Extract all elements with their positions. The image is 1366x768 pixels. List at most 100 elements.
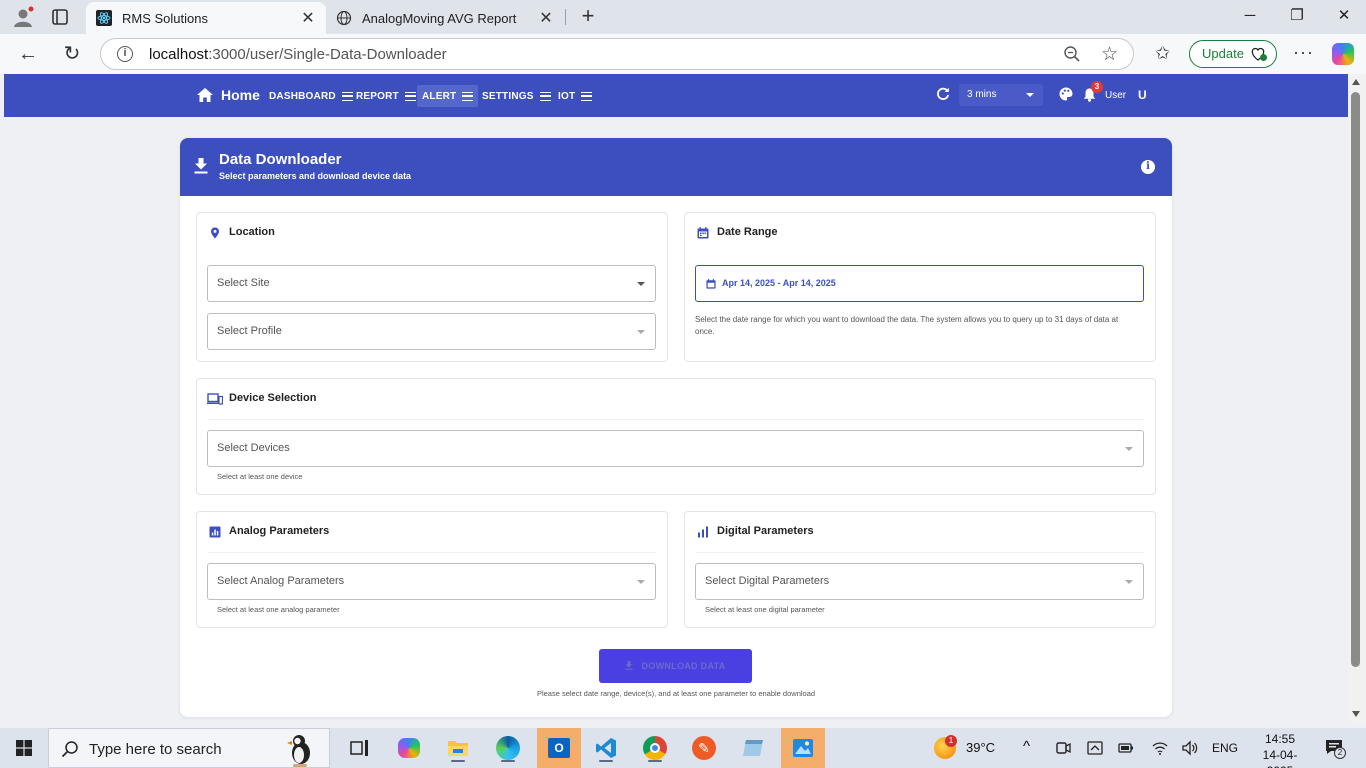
more-options-icon[interactable]: ··· bbox=[1293, 42, 1314, 63]
device-selection-title: Device Selection bbox=[229, 392, 317, 404]
tab-separator bbox=[565, 9, 566, 25]
onedrive-icon[interactable] bbox=[1087, 740, 1103, 756]
running-indicator bbox=[501, 760, 515, 762]
palette-icon[interactable] bbox=[1059, 87, 1073, 101]
digital-parameters-select[interactable]: Select Digital Parameters bbox=[695, 563, 1144, 600]
edge-glyph bbox=[496, 736, 520, 760]
restore-icon[interactable]: ❐ bbox=[1287, 6, 1307, 26]
download-icon bbox=[625, 661, 634, 670]
url-field[interactable]: i localhost:3000/user/Single-Data-Downlo… bbox=[100, 38, 1134, 70]
scrollbar-thumb[interactable] bbox=[1351, 92, 1360, 667]
nav-iot[interactable]: IOT bbox=[553, 85, 597, 107]
copilot-app-icon[interactable] bbox=[394, 733, 424, 763]
photos-app-icon[interactable] bbox=[781, 728, 825, 768]
volume-icon[interactable] bbox=[1182, 740, 1198, 756]
analog-parameters-title: Analog Parameters bbox=[229, 525, 330, 537]
location-section: Location Select Site Select Profile bbox=[196, 212, 668, 362]
location-title: Location bbox=[229, 226, 275, 238]
update-button[interactable]: Update bbox=[1189, 40, 1277, 68]
task-view-icon[interactable] bbox=[345, 733, 375, 763]
nav-report[interactable]: REPORT bbox=[351, 85, 421, 107]
page-subtitle: Select parameters and download device da… bbox=[219, 171, 412, 181]
chrome-glyph bbox=[643, 736, 667, 760]
meet-now-icon[interactable] bbox=[1055, 740, 1071, 756]
new-tab-button[interactable]: + bbox=[578, 5, 598, 27]
running-indicator bbox=[451, 760, 465, 762]
nav-dashboard[interactable]: DASHBOARD bbox=[264, 85, 358, 107]
url-text[interactable]: localhost:3000/user/Single-Data-Download… bbox=[149, 46, 447, 63]
download-help: Please select date range, device(s), and… bbox=[536, 689, 816, 698]
taskbar-clock[interactable]: 14:55 14-04-2025 bbox=[1250, 731, 1310, 768]
postman-icon[interactable]: ✎ bbox=[689, 733, 719, 763]
chrome-icon[interactable] bbox=[640, 733, 670, 763]
date-range-help: Select the date range for which you want… bbox=[695, 315, 1119, 336]
edge-browser-icon[interactable] bbox=[493, 733, 523, 763]
wifi-icon[interactable] bbox=[1152, 740, 1168, 756]
scroll-down-icon[interactable] bbox=[1352, 711, 1360, 717]
devices-icon bbox=[207, 393, 223, 405]
nav-settings-label: SETTINGS bbox=[482, 90, 534, 102]
minimize-icon[interactable]: ─ bbox=[1240, 6, 1260, 26]
language-indicator[interactable]: ENG bbox=[1212, 741, 1238, 755]
nav-alert[interactable]: ALERT bbox=[417, 85, 479, 107]
favorites-icon[interactable]: ✩ bbox=[1155, 43, 1170, 64]
refresh-icon[interactable]: ↻ bbox=[61, 43, 83, 65]
profile-select[interactable]: Select Profile bbox=[207, 313, 656, 350]
tab-rms-solutions[interactable]: RMS Solutions ✕ bbox=[86, 2, 326, 34]
tab-analogmoving-report[interactable]: AnalogMoving AVG Report ✕ bbox=[326, 2, 564, 34]
file-explorer-icon[interactable] bbox=[443, 733, 473, 763]
close-icon[interactable]: ✕ bbox=[300, 10, 316, 27]
refresh-interval-select[interactable]: 3 mins bbox=[959, 84, 1043, 106]
analytics-icon bbox=[209, 526, 221, 538]
windows-taskbar: Type here to search O ✎ 1 39°C ^ ENG 14:… bbox=[0, 728, 1366, 768]
page-title: Data Downloader bbox=[219, 151, 342, 168]
vscode-icon[interactable] bbox=[591, 733, 621, 763]
analog-parameters-select[interactable]: Select Analog Parameters bbox=[207, 563, 656, 600]
show-hidden-icons[interactable]: ^ bbox=[1023, 738, 1030, 755]
taskbar-search[interactable]: Type here to search bbox=[48, 728, 330, 768]
refresh-icon[interactable] bbox=[936, 87, 950, 101]
nav-settings[interactable]: SETTINGS bbox=[477, 85, 556, 107]
app-window-icon[interactable] bbox=[738, 733, 768, 763]
download-data-button[interactable]: DOWNLOAD DATA bbox=[599, 649, 752, 683]
weather-temp[interactable]: 39°C bbox=[966, 740, 995, 755]
date-range-picker[interactable]: Apr 14, 2025 - Apr 14, 2025 bbox=[695, 265, 1144, 302]
search-icon bbox=[61, 741, 78, 758]
digital-select-placeholder: Select Digital Parameters bbox=[705, 575, 830, 587]
menu-icon bbox=[462, 91, 474, 101]
chevron-down-icon bbox=[637, 282, 645, 286]
site-select-placeholder: Select Site bbox=[217, 277, 270, 289]
app-navbar: Home DASHBOARD REPORT ALERT SETTINGS IOT… bbox=[4, 74, 1348, 117]
back-icon[interactable]: ← bbox=[17, 43, 39, 65]
chevron-down-icon bbox=[637, 330, 645, 334]
zoom-out-icon[interactable] bbox=[1063, 45, 1081, 63]
profile-icon[interactable] bbox=[12, 6, 34, 28]
user-label[interactable]: User bbox=[1105, 90, 1126, 101]
digital-parameters-section: Digital Parameters Select Digital Parame… bbox=[684, 511, 1156, 628]
outlook-icon[interactable]: O bbox=[537, 728, 581, 768]
digital-helper: Select at least one digital parameter bbox=[705, 605, 825, 614]
site-info-icon[interactable]: i bbox=[117, 46, 133, 62]
battery-icon[interactable] bbox=[1118, 740, 1134, 756]
favorite-star-icon[interactable]: ☆ bbox=[1101, 43, 1118, 66]
devices-helper: Select at least one device bbox=[217, 472, 303, 481]
location-pin-icon bbox=[211, 227, 219, 239]
scroll-up-icon[interactable] bbox=[1352, 79, 1360, 85]
close-window-icon[interactable]: ✕ bbox=[1334, 6, 1354, 26]
site-select[interactable]: Select Site bbox=[207, 265, 656, 302]
avatar[interactable]: U bbox=[1138, 88, 1147, 102]
close-icon[interactable]: ✕ bbox=[538, 10, 554, 27]
react-icon bbox=[96, 10, 112, 26]
copilot-icon[interactable] bbox=[1332, 43, 1354, 65]
data-downloader-card: Data Downloader Select parameters and do… bbox=[180, 138, 1172, 717]
menu-icon bbox=[539, 91, 551, 101]
nav-home[interactable]: Home bbox=[197, 87, 260, 103]
chevron-down-icon bbox=[1125, 580, 1133, 584]
info-icon[interactable]: i bbox=[1141, 160, 1155, 174]
tab-actions-icon[interactable] bbox=[52, 9, 68, 25]
devices-select[interactable]: Select Devices bbox=[207, 430, 1144, 467]
windows-start-icon[interactable] bbox=[16, 740, 32, 756]
date-range-value: Apr 14, 2025 - Apr 14, 2025 bbox=[722, 278, 836, 288]
divider bbox=[207, 552, 657, 553]
photos-glyph bbox=[793, 739, 813, 757]
